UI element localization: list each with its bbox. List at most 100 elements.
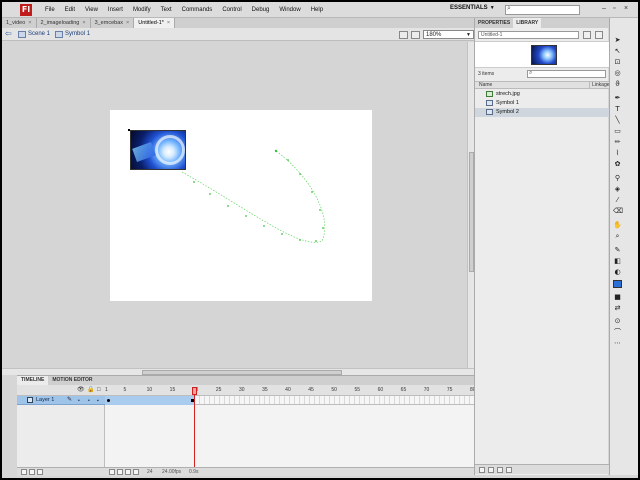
menu-modify[interactable]: Modify <box>128 7 156 13</box>
close-icon[interactable]: × <box>28 20 31 26</box>
library-item-symbol-1[interactable]: Symbol 1 <box>475 99 609 108</box>
lock-dot-icon[interactable]: • <box>88 398 90 404</box>
layer-row[interactable]: Layer 1 ✎ • • ▪ <box>17 396 105 405</box>
new-folder-icon[interactable] <box>488 467 494 473</box>
onion-outline-icon[interactable] <box>125 469 131 475</box>
snap-icon[interactable]: ⊙ <box>613 317 622 326</box>
fill-color-icon[interactable]: ◧ <box>613 257 622 266</box>
visibility-dot-icon[interactable]: • <box>78 398 80 404</box>
maximize-icon[interactable]: ▫ <box>613 5 615 12</box>
outline-box-icon[interactable]: ▪ <box>97 398 99 404</box>
layer-frames[interactable] <box>105 396 474 405</box>
symbol-instance-image[interactable] <box>130 130 186 170</box>
edit-multiple-frames-icon[interactable] <box>133 469 139 475</box>
zoom-tool-icon[interactable]: ⌕ <box>613 232 622 241</box>
subselection-tool-icon[interactable]: ↖ <box>613 47 622 56</box>
text-tool-icon[interactable]: T <box>613 105 622 114</box>
menu-insert[interactable]: Insert <box>103 7 128 13</box>
library-item-strech-jpg[interactable]: strech.jpg <box>475 90 609 99</box>
stroke-color-icon[interactable]: ✎ <box>613 246 622 255</box>
line-tool-icon[interactable]: ╲ <box>613 116 622 125</box>
tab-motion-editor[interactable]: MOTION EDITOR <box>48 376 96 385</box>
tab-library[interactable]: LIBRARY <box>513 18 542 28</box>
menu-file[interactable]: File <box>40 7 60 13</box>
new-folder-icon[interactable] <box>29 469 35 475</box>
straighten-icon[interactable]: ⋯ <box>613 339 622 348</box>
zoom-select[interactable]: 180% ▼ <box>423 30 474 39</box>
swap-colors-icon[interactable]: ■ <box>613 293 622 302</box>
close-icon[interactable]: × <box>126 20 129 26</box>
lasso-tool-icon[interactable]: ϑ <box>613 80 622 89</box>
new-library-icon[interactable] <box>595 31 603 39</box>
default-colors-icon[interactable]: ⇄ <box>613 304 622 313</box>
library-search-input[interactable]: ⌕ <box>527 70 606 78</box>
column-name[interactable]: Name <box>479 82 492 89</box>
smooth-icon[interactable]: ⌒ <box>613 328 622 337</box>
keyframe[interactable] <box>107 399 110 402</box>
library-item-symbol-2[interactable]: Symbol 2 <box>475 108 609 117</box>
menu-view[interactable]: View <box>80 7 103 13</box>
delete-layer-icon[interactable] <box>37 469 43 475</box>
close-icon[interactable]: × <box>624 5 628 12</box>
menu-control[interactable]: Control <box>217 7 246 13</box>
workspace-switcher[interactable]: ESSENTIALS ▼ <box>450 5 495 11</box>
motion-tween-span[interactable] <box>105 396 195 405</box>
new-layer-icon[interactable] <box>21 469 27 475</box>
close-icon[interactable]: × <box>82 20 85 26</box>
menu-edit[interactable]: Edit <box>60 7 80 13</box>
stage-vertical-scrollbar[interactable] <box>467 42 474 368</box>
bitmap-icon <box>486 91 493 97</box>
pin-icon[interactable] <box>583 31 591 39</box>
frame-rate[interactable]: 24.00fps <box>162 469 181 475</box>
help-search-input[interactable]: ⌕ <box>505 5 580 15</box>
minimize-icon[interactable]: – <box>602 5 606 12</box>
center-frame-icon[interactable] <box>109 469 115 475</box>
doc-tab-3-emcebax[interactable]: 3_emcebax × <box>91 18 135 28</box>
stage[interactable] <box>110 110 372 301</box>
column-linkage[interactable]: Linkage <box>589 82 610 89</box>
pencil-tool-icon[interactable]: ✏ <box>613 138 622 147</box>
library-document-select[interactable]: Untitled-1 <box>478 31 579 39</box>
outline-icon[interactable]: □ <box>97 387 103 393</box>
tab-properties[interactable]: PROPERTIES <box>475 18 513 28</box>
properties-icon[interactable] <box>497 467 503 473</box>
rectangle-tool-icon[interactable]: ▭ <box>613 127 622 136</box>
hand-tool-icon[interactable]: ✋ <box>613 221 622 230</box>
eyedropper-tool-icon[interactable]: ⁄ <box>613 196 622 205</box>
paint-fill-icon[interactable]: ◐ <box>613 268 622 277</box>
paint-bucket-tool-icon[interactable]: ◈ <box>613 185 622 194</box>
tab-timeline[interactable]: TIMELINE <box>17 376 49 385</box>
doc-tab-2-imageloading[interactable]: 2_imageloading × <box>37 18 91 28</box>
pen-tool-icon[interactable]: ✒ <box>613 94 622 103</box>
menu-commands[interactable]: Commands <box>177 7 218 13</box>
onion-skin-icon[interactable] <box>117 469 123 475</box>
breadcrumb-scene[interactable]: Scene 1 <box>18 30 50 38</box>
lock-icon[interactable]: 🔒 <box>87 387 94 393</box>
bone-tool-icon[interactable]: ⚲ <box>613 174 622 183</box>
menu-window[interactable]: Window <box>274 7 305 13</box>
new-symbol-icon[interactable] <box>479 467 485 473</box>
breadcrumb-symbol[interactable]: Symbol 1 <box>55 30 90 38</box>
fill-swatch[interactable] <box>613 280 622 288</box>
pasteboard[interactable] <box>2 42 467 368</box>
menu-help[interactable]: Help <box>306 7 328 13</box>
back-arrow-icon[interactable]: ⇦ <box>5 30 13 38</box>
delete-icon[interactable] <box>506 467 512 473</box>
playhead-handle[interactable] <box>192 387 197 395</box>
brush-tool-icon[interactable]: ⌇ <box>613 149 622 158</box>
doc-tab-1-video[interactable]: 1_video × <box>2 18 37 28</box>
deco-tool-icon[interactable]: ✿ <box>613 160 622 169</box>
selection-tool-icon[interactable]: ➤ <box>613 36 622 45</box>
doc-tab-untitled-1[interactable]: Untitled-1* × <box>134 18 176 28</box>
eye-icon[interactable]: 👁 <box>77 387 85 393</box>
menu-debug[interactable]: Debug <box>247 7 275 13</box>
stage-horizontal-scrollbar[interactable] <box>2 368 474 375</box>
edit-scene-icon[interactable] <box>399 31 408 39</box>
3d-rotation-tool-icon[interactable]: ◎ <box>613 69 622 78</box>
close-icon[interactable]: × <box>167 20 170 26</box>
eraser-tool-icon[interactable]: ⌫ <box>613 207 623 216</box>
edit-symbol-icon[interactable] <box>411 31 420 39</box>
playhead[interactable] <box>192 385 197 467</box>
free-transform-tool-icon[interactable]: ⊡ <box>613 58 622 67</box>
menu-text[interactable]: Text <box>156 7 177 13</box>
